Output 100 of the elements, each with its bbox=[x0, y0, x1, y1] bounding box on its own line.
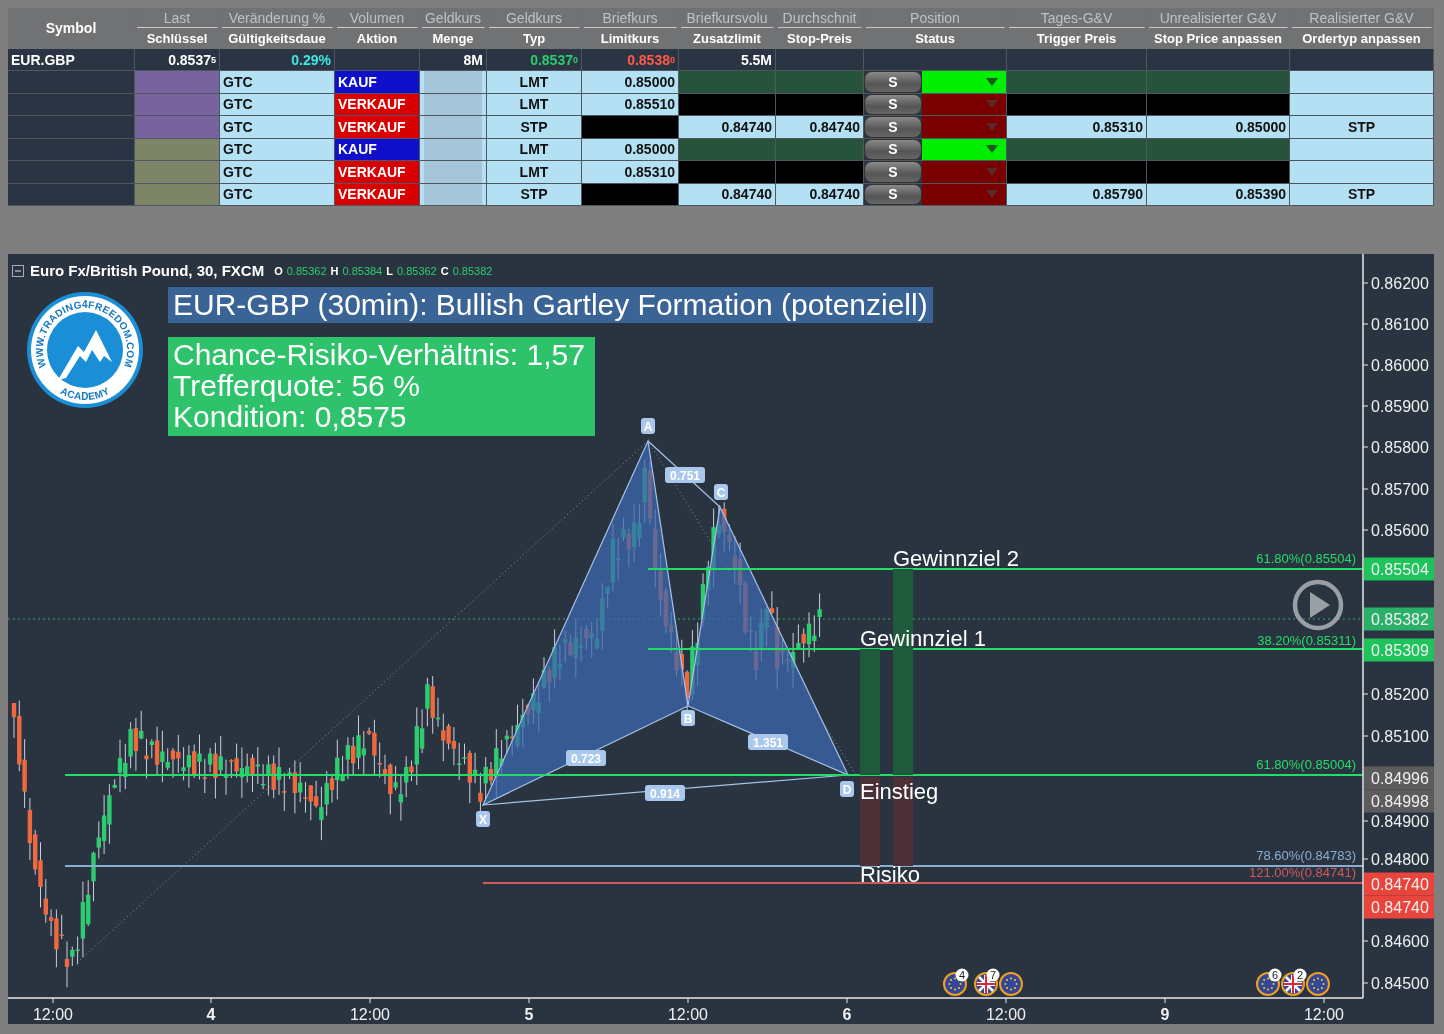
instrument-title: Euro Fx/British Pound, 30, FXCM bbox=[30, 262, 265, 279]
dropdown-arrow-icon bbox=[986, 122, 998, 131]
type-cell: LMT bbox=[487, 93, 582, 116]
type-cell: STP bbox=[487, 116, 582, 139]
ohlc-value: 0.85382 bbox=[452, 264, 493, 277]
action-cell[interactable]: VERKAUF bbox=[335, 161, 420, 184]
type-cell: LMT bbox=[487, 138, 582, 161]
time-label: 6 bbox=[842, 1006, 852, 1023]
level-label: 78.60%(0.84783) bbox=[1256, 848, 1356, 863]
time-label: 4 bbox=[206, 1006, 216, 1023]
price-label: 0.85900 bbox=[1371, 398, 1429, 415]
price-label: 0.84500 bbox=[1371, 975, 1429, 992]
pattern-point-label: X bbox=[476, 811, 490, 827]
level-label: 61.80%(0.85004) bbox=[1256, 757, 1356, 772]
stats-line: Trefferquote: 56 % bbox=[173, 370, 421, 401]
trigger-price-cell: 0.85790 bbox=[1007, 183, 1147, 206]
status-button[interactable]: S bbox=[864, 161, 922, 183]
ohlc-value: 0.85384 bbox=[342, 264, 383, 277]
level-label: 61.80%(0.85504) bbox=[1256, 551, 1356, 566]
eu-flag-icon[interactable] bbox=[999, 972, 1023, 996]
event-count-badge: 4 bbox=[955, 968, 969, 982]
price-badge: 0.84740 bbox=[1364, 872, 1434, 896]
price-label: 0.86000 bbox=[1371, 357, 1429, 374]
collapse-icon[interactable] bbox=[12, 264, 24, 277]
level-label: 121.00%(0.84741) bbox=[1249, 865, 1356, 880]
price-badge: 0.85504 bbox=[1364, 557, 1434, 581]
action-cell[interactable]: VERKAUF bbox=[335, 116, 420, 139]
stop-price-cell: 0.84740 bbox=[776, 116, 864, 139]
ohlc-value: 0.85362 bbox=[286, 264, 327, 277]
tif-cell: GTC bbox=[220, 93, 335, 116]
price-label: 0.84900 bbox=[1371, 813, 1429, 830]
price-cell: 0.8537$^{5}$ bbox=[135, 49, 220, 71]
tif-cell: GTC bbox=[220, 116, 335, 139]
time-label: 12:00 bbox=[33, 1006, 73, 1023]
time-label: 12:00 bbox=[1304, 1006, 1344, 1023]
size-cell: 5.5M bbox=[679, 49, 776, 71]
time-label: 12:00 bbox=[350, 1006, 390, 1023]
stop-adjust-cell: 0.85390 bbox=[1147, 183, 1290, 206]
order-type-cell: STP bbox=[1290, 116, 1434, 139]
limit-price-cell: 0.85310 bbox=[582, 161, 679, 184]
price-badge: 0.85309 bbox=[1364, 638, 1434, 662]
trigger-price-cell: 0.85310 bbox=[1007, 116, 1147, 139]
event-count-badge: 2 bbox=[1293, 968, 1307, 982]
time-label: 9 bbox=[1160, 1006, 1170, 1023]
status-button[interactable]: S bbox=[864, 116, 922, 138]
ohlc-label: C bbox=[440, 264, 449, 277]
change-cell: 0.29% bbox=[220, 49, 335, 71]
action-cell[interactable]: VERKAUF bbox=[335, 93, 420, 116]
price-badge: 0.84998 bbox=[1364, 789, 1434, 813]
symbol-cell: EUR.GBP bbox=[8, 49, 135, 71]
masked-cell bbox=[420, 161, 487, 184]
limit-price-cell: 0.85000 bbox=[582, 138, 679, 161]
stats-line: Kondition: 0,8575 bbox=[173, 401, 408, 432]
level-label: 38.20%(0.85311) bbox=[1257, 633, 1356, 648]
type-cell: LMT bbox=[487, 161, 582, 184]
ohlc-value: 0.85362 bbox=[396, 264, 437, 277]
masked-cell bbox=[420, 71, 487, 94]
zone-label: Gewinnziel 2 bbox=[893, 546, 1019, 571]
status-button[interactable]: S bbox=[864, 183, 922, 205]
status-button[interactable]: S bbox=[864, 71, 922, 93]
status-button[interactable]: S bbox=[864, 138, 922, 160]
chart-title: EUR-GBP (30min): Bullish Gartley Formation (potenziell) bbox=[168, 287, 933, 323]
ratio-label: 0.751 bbox=[665, 467, 705, 483]
event-count-badge: 6 bbox=[1268, 968, 1282, 982]
masked-cell bbox=[420, 93, 487, 116]
zone-label: Risiko bbox=[860, 862, 920, 887]
tif-cell: GTC bbox=[220, 183, 335, 206]
aux-price-cell: 0.84740 bbox=[679, 116, 776, 139]
action-cell[interactable]: KAUF bbox=[335, 71, 420, 94]
price-label: 0.86100 bbox=[1371, 316, 1429, 333]
status-dropdown[interactable] bbox=[922, 138, 1006, 160]
type-cell: LMT bbox=[487, 71, 582, 94]
status-button[interactable]: S bbox=[864, 93, 922, 115]
eu-flag-icon[interactable] bbox=[1306, 972, 1330, 996]
price-label: 0.86200 bbox=[1371, 275, 1429, 292]
bid-cell: 0.8537$^{0}$ bbox=[487, 49, 582, 71]
dropdown-arrow-icon bbox=[986, 77, 998, 86]
price-label: 0.85600 bbox=[1371, 522, 1429, 539]
price-badge: 0.84740 bbox=[1364, 895, 1434, 919]
play-icon[interactable] bbox=[1292, 579, 1344, 631]
status-dropdown[interactable] bbox=[922, 71, 1006, 93]
time-label: 12:00 bbox=[986, 1006, 1026, 1023]
time-label: 5 bbox=[524, 1006, 534, 1023]
ratio-label: 0.914 bbox=[645, 785, 685, 801]
ratio-label: 0.723 bbox=[566, 750, 606, 766]
order-type-cell: STP bbox=[1290, 183, 1434, 206]
stats-line: Chance-Risiko-Verhältnis: 1,57 bbox=[173, 339, 586, 370]
action-cell[interactable]: KAUF bbox=[335, 138, 420, 161]
price-badge: 0.84996 bbox=[1364, 766, 1434, 790]
action-cell[interactable]: VERKAUF bbox=[335, 183, 420, 206]
dropdown-arrow-icon bbox=[986, 190, 998, 199]
price-badge: 0.85382 bbox=[1364, 607, 1434, 631]
limit-price-cell: 0.85510 bbox=[582, 93, 679, 116]
limit-price-cell: 0.85000 bbox=[582, 71, 679, 94]
level-line[interactable] bbox=[647, 648, 1364, 650]
masked-cell bbox=[420, 138, 487, 161]
aux-price-cell: 0.84740 bbox=[679, 183, 776, 206]
price-label: 0.85100 bbox=[1371, 728, 1429, 745]
stop-adjust-cell: 0.85000 bbox=[1147, 116, 1290, 139]
pattern-point-label: C bbox=[714, 484, 728, 500]
